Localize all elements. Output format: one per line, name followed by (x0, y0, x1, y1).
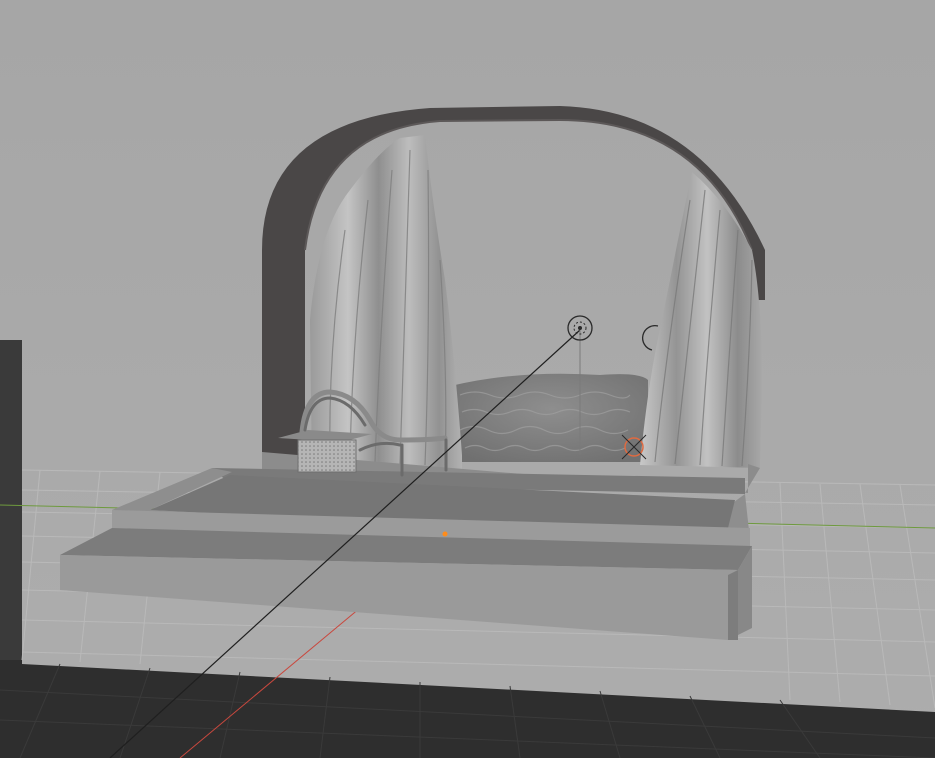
stage-step-right (728, 570, 738, 640)
3d-viewport[interactable] (0, 0, 935, 758)
origin-dot[interactable] (442, 531, 448, 537)
viewport-left-strip (0, 340, 22, 660)
camera-target-gizmo[interactable] (621, 434, 647, 460)
side-table-base[interactable] (297, 439, 357, 473)
viewport-canvas[interactable] (0, 0, 935, 758)
